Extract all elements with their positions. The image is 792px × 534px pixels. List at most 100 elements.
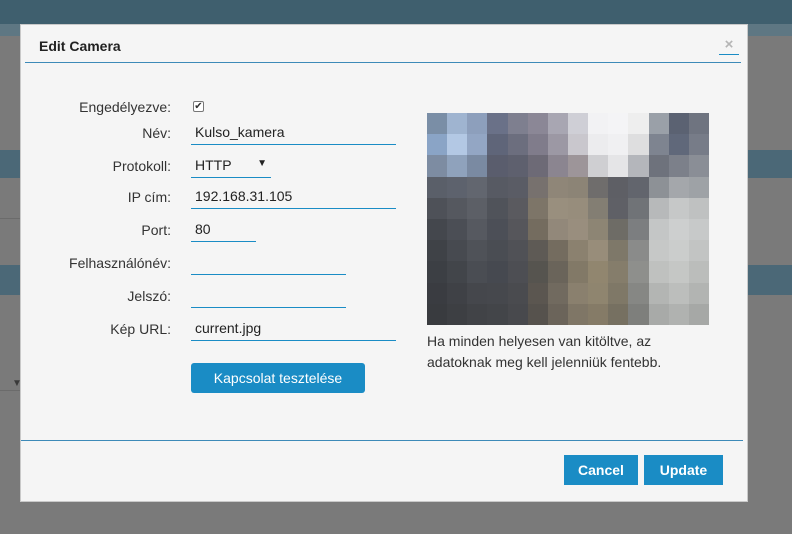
preview-pixel — [628, 155, 649, 177]
preview-pixel — [688, 155, 709, 177]
protocol-select[interactable]: HTTP ▼ — [191, 152, 271, 178]
preview-pixel — [588, 219, 609, 241]
edit-camera-dialog: Edit Camera × Engedélyezve: ✔ Név: Proto… — [20, 24, 748, 502]
preview-pixel — [628, 176, 649, 198]
preview-pixel — [507, 261, 528, 283]
ip-input[interactable] — [191, 183, 396, 209]
preview-pixel — [608, 134, 629, 156]
preview-pixel — [447, 303, 468, 325]
preview-pixel — [567, 282, 589, 304]
preview-pixel — [467, 134, 488, 156]
preview-pixel — [427, 113, 448, 135]
preview-pixel — [688, 176, 709, 198]
chevron-down-icon: ▼ — [257, 158, 267, 169]
preview-pixel — [668, 261, 689, 283]
preview-pixel — [487, 176, 508, 198]
preview-pixel — [588, 155, 609, 177]
preview-pixel — [628, 197, 649, 219]
image-url-input[interactable] — [191, 315, 396, 341]
preview-pixel — [668, 134, 689, 156]
preview-pixel — [588, 261, 609, 283]
preview-pixel — [447, 176, 468, 198]
preview-pixel — [527, 176, 548, 198]
preview-pixel — [527, 240, 548, 262]
preview-pixel — [648, 134, 669, 156]
preview-pixel — [668, 219, 689, 241]
password-input[interactable] — [191, 282, 346, 308]
preview-pixel — [628, 261, 649, 283]
enabled-label: Engedélyezve: — [79, 99, 171, 115]
ip-label: IP cím: — [127, 189, 171, 205]
preview-pixel — [648, 261, 669, 283]
preview-pixel — [688, 197, 709, 219]
preview-pixel — [567, 219, 589, 241]
preview-pixel — [567, 113, 589, 135]
preview-pixel — [467, 219, 488, 241]
preview-pixel — [668, 176, 689, 198]
preview-pixel — [567, 303, 589, 325]
preview-pixel — [487, 134, 508, 156]
preview-pixel — [648, 303, 669, 325]
preview-pixel — [588, 282, 609, 304]
protocol-label: Protokoll: — [112, 158, 171, 174]
preview-pixel — [668, 240, 689, 262]
preview-pixel — [608, 303, 629, 325]
preview-pixel — [427, 219, 448, 241]
footer-divider — [21, 440, 743, 441]
preview-pixel — [668, 303, 689, 325]
cancel-button[interactable]: Cancel — [564, 455, 638, 485]
image-url-label: Kép URL: — [110, 321, 171, 337]
preview-pixel — [628, 282, 649, 304]
preview-pixel — [507, 282, 528, 304]
update-button[interactable]: Update — [644, 455, 723, 485]
preview-pixel — [628, 303, 649, 325]
preview-pixel — [467, 240, 488, 262]
preview-pixel — [608, 282, 629, 304]
port-input[interactable] — [191, 216, 256, 242]
preview-pixel — [527, 134, 548, 156]
preview-pixel — [447, 240, 468, 262]
preview-pixel — [547, 261, 568, 283]
preview-pixel — [547, 113, 568, 135]
background-header — [0, 0, 792, 24]
preview-pixel — [507, 134, 528, 156]
preview-pixel — [507, 176, 528, 198]
preview-pixel — [648, 282, 669, 304]
close-icon[interactable]: × — [719, 35, 739, 55]
test-connection-button[interactable]: Kapcsolat tesztelése — [191, 363, 365, 393]
preview-pixel — [588, 134, 609, 156]
preview-pixel — [547, 303, 568, 325]
preview-pixel — [688, 240, 709, 262]
preview-pixel — [427, 134, 448, 156]
preview-pixel — [628, 134, 649, 156]
preview-pixel — [427, 261, 448, 283]
preview-pixel — [608, 155, 629, 177]
preview-pixel — [487, 155, 508, 177]
preview-pixel — [427, 282, 448, 304]
name-input[interactable] — [191, 119, 396, 145]
preview-pixel — [447, 155, 468, 177]
preview-pixel — [547, 155, 568, 177]
enabled-checkbox[interactable]: ✔ — [193, 101, 204, 112]
username-input[interactable] — [191, 249, 346, 275]
preview-hint: Ha minden helyesen van kitöltve, az adat… — [427, 333, 662, 370]
preview-pixel — [688, 261, 709, 283]
preview-pixel — [668, 155, 689, 177]
preview-pixel — [467, 261, 488, 283]
preview-pixel — [567, 176, 589, 198]
header-divider — [25, 62, 741, 63]
preview-pixel — [648, 197, 669, 219]
preview-pixel — [567, 134, 589, 156]
preview-pixel — [688, 113, 709, 135]
preview-pixel — [527, 282, 548, 304]
preview-pixel — [547, 197, 568, 219]
preview-pixel — [527, 261, 548, 283]
preview-pixel — [547, 176, 568, 198]
preview-pixel — [467, 176, 488, 198]
preview-pixel — [567, 197, 589, 219]
preview-pixel — [447, 134, 468, 156]
preview-pixel — [487, 261, 508, 283]
preview-pixel — [688, 219, 709, 241]
preview-pixel — [527, 197, 548, 219]
preview-pixel — [507, 219, 528, 241]
